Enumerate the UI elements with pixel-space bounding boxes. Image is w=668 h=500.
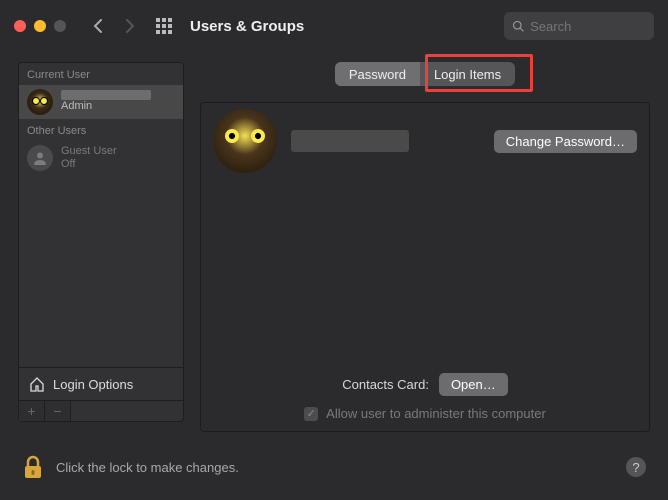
window-controls	[14, 20, 66, 32]
back-button[interactable]	[86, 14, 110, 38]
current-user-row[interactable]: Admin	[19, 85, 183, 119]
search-input[interactable]	[530, 19, 646, 34]
lock-icon[interactable]	[22, 454, 44, 480]
owl-avatar-icon	[27, 89, 53, 115]
username-redacted	[61, 90, 151, 100]
other-users-label: Other Users	[19, 119, 183, 141]
remove-user-button[interactable]: −	[45, 401, 71, 421]
owl-avatar-large-icon[interactable]	[213, 109, 277, 173]
add-remove-bar: + −	[19, 400, 183, 421]
annotation-highlight	[425, 54, 533, 92]
profile-row: Change Password…	[201, 103, 649, 179]
search-icon	[512, 19, 524, 33]
user-sidebar: Current User Admin Other Users Guest Use…	[18, 62, 184, 422]
guest-name: Guest User	[61, 145, 117, 158]
tab-bar: Password Login Items	[200, 62, 650, 86]
minimize-window-button[interactable]	[34, 20, 46, 32]
guest-avatar-icon	[27, 145, 53, 171]
admin-checkbox-label: Allow user to administer this computer	[326, 406, 546, 421]
main-panel: Password Login Items Change Password… Co…	[200, 62, 650, 432]
admin-checkbox-row[interactable]: ✓ Allow user to administer this computer	[213, 406, 637, 421]
close-window-button[interactable]	[14, 20, 26, 32]
guest-user-row[interactable]: Guest User Off	[19, 141, 183, 175]
open-contacts-button[interactable]: Open…	[439, 373, 508, 396]
footer: Click the lock to make changes. ?	[0, 432, 668, 480]
user-role: Admin	[61, 100, 151, 113]
zoom-window-button[interactable]	[54, 20, 66, 32]
current-user-label: Current User	[19, 63, 183, 85]
lock-text: Click the lock to make changes.	[56, 460, 239, 475]
search-field[interactable]	[504, 12, 654, 40]
contacts-card-label: Contacts Card:	[342, 377, 429, 392]
change-password-button[interactable]: Change Password…	[494, 130, 637, 153]
toolbar: Users & Groups	[0, 0, 668, 52]
tab-password[interactable]: Password	[335, 62, 420, 86]
display-name-redacted	[291, 130, 409, 152]
house-icon	[29, 376, 45, 392]
add-user-button[interactable]: +	[19, 401, 45, 421]
checkbox-icon: ✓	[304, 407, 318, 421]
login-options-label: Login Options	[53, 377, 133, 392]
login-options-button[interactable]: Login Options	[19, 367, 183, 400]
help-button[interactable]: ?	[626, 457, 646, 477]
show-all-icon[interactable]	[156, 18, 172, 34]
forward-button[interactable]	[118, 14, 142, 38]
window-title: Users & Groups	[190, 18, 304, 35]
guest-status: Off	[61, 158, 117, 171]
